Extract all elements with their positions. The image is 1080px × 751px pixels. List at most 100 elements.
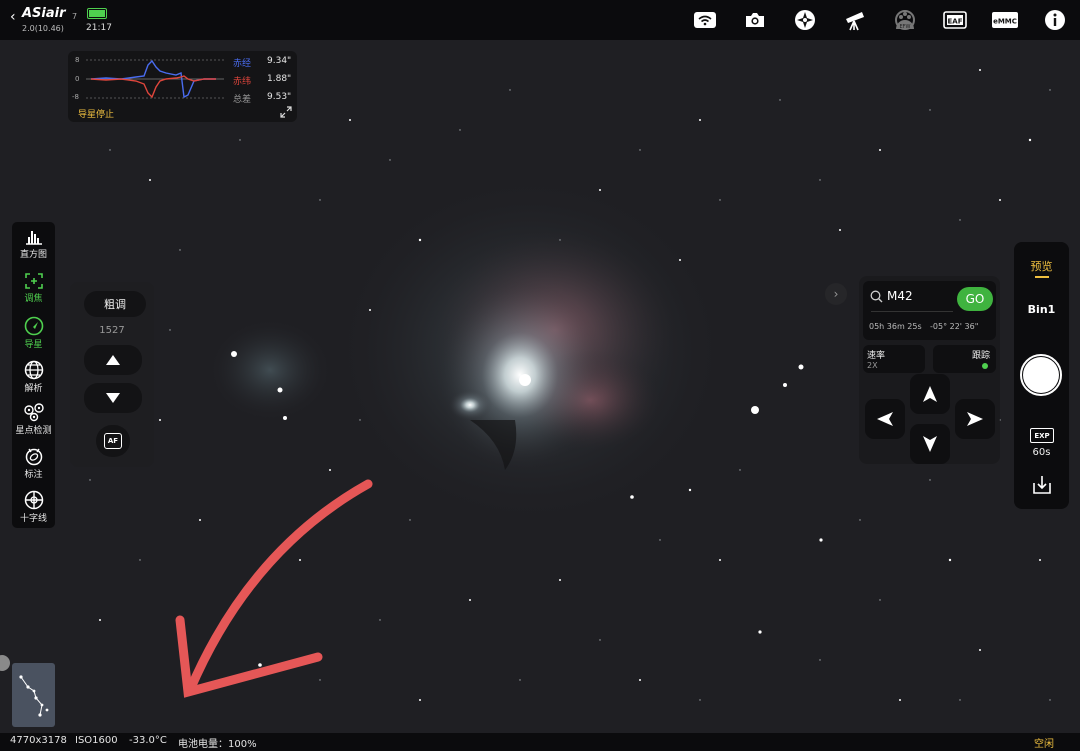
mount-icon[interactable] bbox=[792, 8, 818, 32]
guide-graph bbox=[86, 59, 224, 99]
eaf-label: EAF bbox=[948, 18, 963, 26]
thumbnail-preview bbox=[19, 675, 49, 717]
app-logo: ASiair bbox=[22, 6, 66, 21]
crosshair-button[interactable]: 十字线 bbox=[12, 490, 55, 524]
arrow-right-icon bbox=[967, 412, 983, 426]
histogram-icon bbox=[25, 231, 42, 245]
solve-label: 解析 bbox=[24, 384, 43, 394]
exposure-value[interactable]: 60s bbox=[1014, 447, 1069, 458]
app-version: 2.0(10.46) bbox=[22, 24, 64, 33]
sensor-temperature: -33.0°C bbox=[129, 735, 167, 746]
efw-icon[interactable]: EFW bbox=[892, 8, 918, 32]
info-icon[interactable] bbox=[1042, 8, 1068, 32]
star-detect-icon bbox=[23, 403, 44, 422]
star-detect-label: 星点检测 bbox=[15, 426, 52, 436]
panel-collapse-button[interactable]: › bbox=[825, 283, 847, 305]
autofocus-button[interactable]: AF bbox=[96, 425, 130, 457]
arrow-down-icon bbox=[923, 436, 937, 452]
emmc-label: eMMC bbox=[993, 18, 1017, 26]
tracking-label: 跟踪 bbox=[971, 351, 990, 361]
notice-digit: 7 bbox=[72, 12, 78, 21]
focus-label: 调焦 bbox=[24, 294, 43, 304]
target-ra: 05h 36m 25s bbox=[869, 322, 922, 331]
camera-icon[interactable] bbox=[742, 8, 768, 32]
target-dec: -05° 22' 36" bbox=[930, 322, 979, 331]
status-bar: 4770x3178 ISO1600 -33.0°C 电池电量：100% 空闲 bbox=[0, 733, 1080, 751]
total-value: 9.53" bbox=[267, 92, 292, 102]
focus-up-button[interactable] bbox=[84, 345, 142, 375]
solve-button[interactable]: 解析 bbox=[12, 360, 55, 394]
download-icon[interactable] bbox=[1031, 474, 1053, 496]
tracking-toggle[interactable]: 跟踪 bbox=[933, 345, 996, 373]
arrow-left-icon bbox=[877, 412, 893, 426]
globe-icon bbox=[24, 360, 43, 380]
move-north-button[interactable] bbox=[910, 374, 950, 414]
dec-value: 1.88" bbox=[267, 74, 292, 84]
iso-value: ISO1600 bbox=[75, 735, 118, 746]
focus-panel: 粗调 1527 AF bbox=[70, 282, 154, 467]
image-thumbnail[interactable] bbox=[12, 663, 55, 727]
af-icon: AF bbox=[104, 433, 122, 449]
rate-label: 速率 bbox=[867, 351, 886, 361]
move-west-button[interactable] bbox=[865, 399, 905, 439]
shutter-button[interactable] bbox=[1020, 354, 1062, 396]
bin-selector[interactable]: Bin1 bbox=[1014, 303, 1069, 316]
expand-icon[interactable] bbox=[280, 106, 292, 118]
clock: 21:17 bbox=[86, 23, 112, 33]
focus-icon bbox=[24, 273, 43, 289]
rate-selector[interactable]: 速率 2X bbox=[863, 345, 925, 373]
coarse-mode-button[interactable]: 粗调 bbox=[84, 291, 146, 317]
guide-graph-panel[interactable]: 8 0 -8 赤经 9.34" 赤纬 1.88" 总差 9.53" 导星停止 bbox=[68, 51, 297, 122]
ra-label: 赤经 bbox=[233, 59, 252, 69]
move-south-button[interactable] bbox=[910, 424, 950, 464]
capture-panel: 预览 Bin1 EXP 60s bbox=[1014, 242, 1069, 509]
crosshair-label: 十字线 bbox=[19, 514, 47, 524]
telescope-icon[interactable] bbox=[842, 8, 868, 32]
crosshair-icon bbox=[24, 490, 43, 510]
guide-status: 导星停止 bbox=[78, 110, 115, 120]
preview-underline bbox=[1035, 276, 1049, 278]
back-icon[interactable]: ‹ bbox=[10, 9, 16, 25]
axis-mid-label: 0 bbox=[75, 75, 80, 83]
battery-icon bbox=[87, 8, 107, 19]
histogram-label: 直方图 bbox=[19, 250, 47, 260]
left-toolbar: 直方图 调焦 导星 解析 星点检测 标注 十字线 bbox=[12, 222, 55, 528]
shutter-inner bbox=[1023, 357, 1059, 393]
focus-down-button[interactable] bbox=[84, 383, 142, 413]
target-input[interactable]: M42 bbox=[887, 289, 913, 303]
ra-value: 9.34" bbox=[267, 56, 292, 66]
device-state: 空闲 bbox=[1034, 739, 1054, 750]
exposure-icon[interactable]: EXP bbox=[1030, 428, 1054, 443]
tracking-indicator bbox=[982, 363, 988, 369]
annotate-label: 标注 bbox=[24, 470, 43, 480]
move-east-button[interactable] bbox=[955, 399, 995, 439]
wifi-icon[interactable] bbox=[692, 8, 718, 32]
rate-value: 2X bbox=[867, 361, 878, 370]
axis-bottom-label: -8 bbox=[72, 93, 79, 101]
emmc-icon[interactable]: eMMC bbox=[990, 8, 1020, 32]
arrow-up-icon bbox=[923, 386, 937, 402]
dec-label: 赤纬 bbox=[233, 77, 252, 87]
annotate-icon bbox=[25, 448, 42, 466]
guide-button[interactable]: 导星 bbox=[12, 316, 55, 350]
annotate-button[interactable]: 标注 bbox=[12, 446, 55, 480]
eaf-icon[interactable]: EAF bbox=[942, 8, 968, 32]
go-button[interactable]: GO bbox=[957, 287, 993, 311]
triangle-up-icon bbox=[106, 355, 120, 365]
axis-top-label: 8 bbox=[75, 56, 80, 64]
triangle-down-icon bbox=[106, 393, 120, 403]
focuser-position: 1527 bbox=[99, 325, 125, 336]
guide-icon bbox=[24, 316, 43, 336]
focus-button[interactable]: 调焦 bbox=[12, 272, 55, 304]
battery-level: 电池电量：100% bbox=[178, 739, 257, 750]
target-card: M42 GO 05h 36m 25s -05° 22' 36" bbox=[863, 281, 996, 340]
efw-label: EFW bbox=[900, 24, 911, 30]
guide-label: 导星 bbox=[24, 340, 43, 350]
goto-panel: M42 GO 05h 36m 25s -05° 22' 36" 速率 2X 跟踪 bbox=[859, 276, 1000, 464]
preview-mode-tab[interactable]: 预览 bbox=[1014, 258, 1069, 274]
image-resolution: 4770x3178 bbox=[10, 735, 67, 746]
histogram-button[interactable]: 直方图 bbox=[12, 228, 55, 260]
chevron-right-icon: › bbox=[833, 287, 839, 301]
search-icon bbox=[870, 290, 883, 303]
star-detect-button[interactable]: 星点检测 bbox=[12, 402, 55, 436]
